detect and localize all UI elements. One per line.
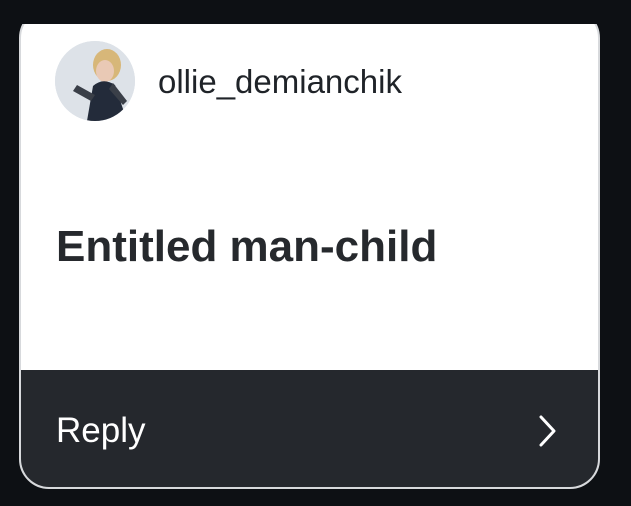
top-bar bbox=[0, 0, 631, 24]
avatar[interactable] bbox=[55, 41, 135, 121]
reply-button[interactable]: Reply bbox=[21, 370, 598, 487]
post-card: ollie_demianchik Entitled man-child Repl… bbox=[19, 8, 600, 489]
message-text: Entitled man-child bbox=[56, 222, 438, 271]
chevron-right-icon bbox=[539, 415, 556, 447]
username[interactable]: ollie_demianchik bbox=[158, 62, 402, 102]
reply-label: Reply bbox=[56, 411, 146, 450]
